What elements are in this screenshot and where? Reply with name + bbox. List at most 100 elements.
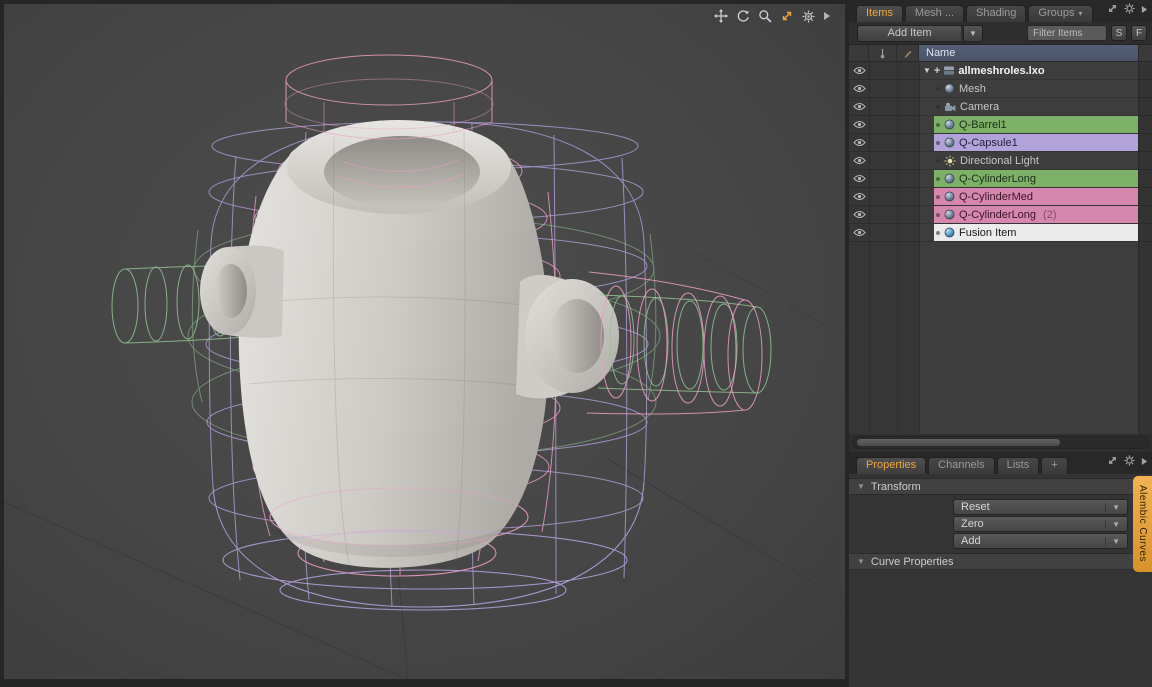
tab-shading[interactable]: Shading [966,5,1026,22]
item-label: Q-CylinderMed [959,191,1033,203]
table-row[interactable]: Directional Light [849,152,1152,170]
expand-arrow-icon[interactable]: ▼ [923,66,931,75]
visibility-toggle[interactable] [849,206,869,223]
visibility-column-header[interactable] [849,45,869,61]
chevron-down-icon[interactable]: ▼ [1105,503,1120,512]
pin-column-header[interactable] [869,45,897,61]
table-row[interactable]: Fusion Item [849,224,1152,242]
viewport-toolbar [714,9,831,23]
alembic-curves-side-tab[interactable]: Alembic Curves [1133,476,1152,572]
scrollbar-thumb[interactable] [856,438,1061,447]
mesh-icon [944,191,955,202]
gear-icon[interactable] [802,10,815,23]
table-row[interactable]: Mesh [849,80,1152,98]
transform-section-header[interactable]: ▼ Transform [849,478,1133,495]
table-row[interactable]: Q-Capsule1 [849,134,1152,152]
filter-s-button[interactable]: S [1111,25,1127,41]
visibility-toggle[interactable] [849,98,869,115]
table-row[interactable]: Camera [849,98,1152,116]
move-tool-icon[interactable] [714,9,728,23]
mesh-icon [944,119,955,130]
tree-dot [936,195,940,199]
tab-lists[interactable]: Lists [997,457,1040,474]
transform-buttons: Reset ▼ Zero ▼ Add ▼ [953,499,1128,549]
fusion-icon [944,227,955,238]
section-title: Transform [871,481,921,493]
visibility-toggle[interactable] [849,152,869,169]
tab-properties[interactable]: Properties [856,457,926,474]
tab-add[interactable]: + [1041,457,1067,474]
item-label: Camera [960,101,999,113]
tab-channels[interactable]: Channels [928,457,994,474]
eye-icon [853,174,866,183]
scene-3d [4,4,845,679]
visibility-toggle[interactable] [849,62,869,79]
eye-icon [853,102,866,111]
chevron-down-icon: ▾ [1078,9,1082,18]
visibility-toggle[interactable] [849,80,869,97]
table-row[interactable]: Q-CylinderMed [849,188,1152,206]
gear-icon[interactable] [1124,1,1135,19]
tab-mesh[interactable]: Mesh ... [905,5,964,22]
item-label: Directional Light [960,155,1039,167]
reset-button[interactable]: Reset ▼ [953,499,1128,515]
table-row[interactable]: Q-CylinderLong (2) [849,206,1152,224]
table-row[interactable]: Q-CylinderLong [849,170,1152,188]
tab-groups[interactable]: Groups▾ [1028,5,1092,22]
curve-properties-section-header[interactable]: ▼ Curve Properties [849,553,1133,570]
eye-icon [853,66,866,75]
tree-dot [936,87,940,91]
item-label: Q-CylinderLong [959,209,1036,221]
table-row[interactable]: ▼ + allmeshroles.lxo [849,62,1152,80]
scroll-corner [1138,45,1152,61]
rotate-tool-icon[interactable] [736,9,750,23]
horizontal-scrollbar[interactable] [852,436,1149,449]
add-item-button[interactable]: Add Item [857,25,961,42]
name-column-header[interactable]: Name [919,45,1138,61]
visibility-toggle[interactable] [849,170,869,187]
visibility-toggle[interactable] [849,116,869,133]
add-item-dropdown[interactable]: ▼ [963,25,983,42]
filter-items-input[interactable] [1027,25,1107,41]
eye-icon [853,210,866,219]
button-label: Add [961,535,981,547]
tree-dot [936,177,940,181]
visibility-toggle[interactable] [849,134,869,151]
plus-icon[interactable]: + [934,65,940,77]
viewport-3d[interactable] [4,4,845,679]
mesh-icon [944,209,955,220]
pin-icon [878,48,887,59]
visibility-toggle[interactable] [849,188,869,205]
collapse-arrow-icon: ▼ [857,557,865,566]
right-sidebar: Items Mesh ... Shading Groups▾ Add Item … [849,0,1152,687]
camera-icon [944,102,956,112]
panel-arrow-icon[interactable] [1141,1,1148,19]
table-row[interactable]: Q-Barrel1 [849,116,1152,134]
chevron-down-icon[interactable]: ▼ [1105,537,1120,546]
add-button[interactable]: Add ▼ [953,533,1128,549]
maximize-icon[interactable] [1107,453,1118,471]
mesh-icon [944,83,955,94]
zoom-tool-icon[interactable] [758,9,772,23]
panel-arrow-icon[interactable] [823,11,831,21]
item-list-panel: Items Mesh ... Shading Groups▾ Add Item … [849,0,1152,452]
zero-button[interactable]: Zero ▼ [953,516,1128,532]
eye-icon [853,228,866,237]
column-header-row: Name [849,44,1152,62]
maximize-icon[interactable] [1107,1,1118,19]
gear-icon[interactable] [1124,453,1135,471]
visibility-toggle[interactable] [849,224,869,241]
panel-arrow-icon[interactable] [1141,453,1148,471]
item-label: Fusion Item [959,227,1016,239]
tree-dot [936,105,940,109]
button-label: Reset [961,501,990,513]
tab-items[interactable]: Items [856,5,903,22]
mesh-icon [944,137,955,148]
tree-dot [936,123,940,127]
chevron-down-icon[interactable]: ▼ [1105,520,1120,529]
maximize-icon[interactable] [780,9,794,23]
wireframe-green-cylinder-right [598,295,771,393]
render-column-header[interactable] [897,45,919,61]
filter-f-button[interactable]: F [1131,25,1147,41]
app-window: Items Mesh ... Shading Groups▾ Add Item … [0,0,1152,687]
